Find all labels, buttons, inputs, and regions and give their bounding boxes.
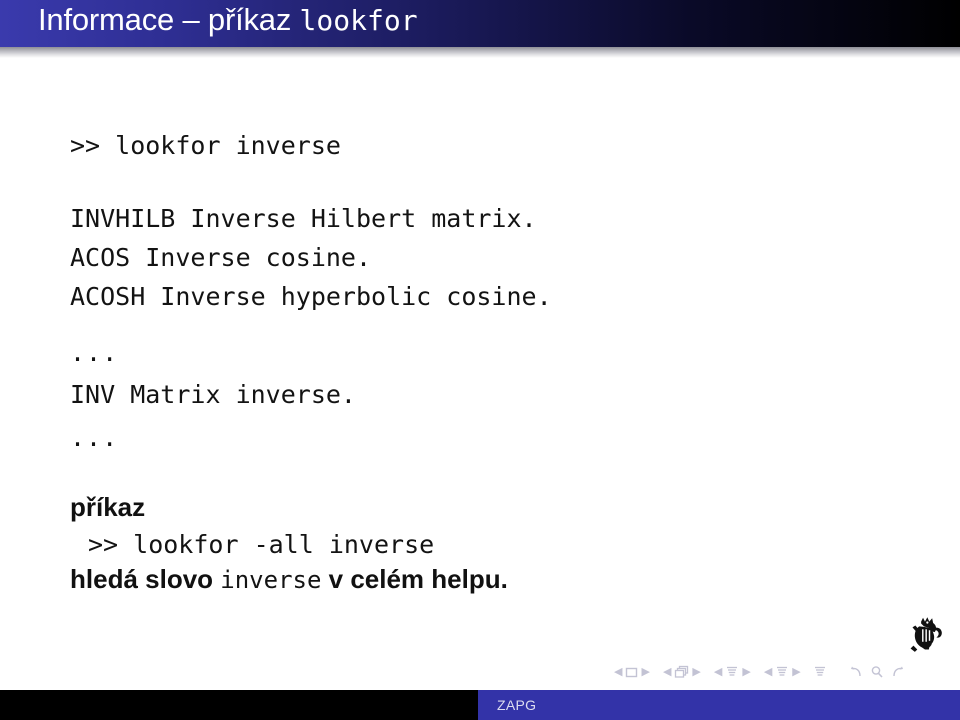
description-keyword: inverse [220, 566, 322, 594]
title-bar-shadow [0, 47, 960, 58]
previous-frame-arrow-icon[interactable]: ◀ [661, 666, 673, 678]
page-title: Informace – příkaz lookfor [38, 2, 418, 38]
next-subsection-arrow-icon[interactable]: ▶ [740, 666, 752, 678]
description-part-2: v celém helpu. [321, 564, 508, 594]
presentation-icon[interactable] [813, 665, 827, 679]
output-line-1: INVHILB Inverse Hilbert matrix. [70, 204, 537, 233]
next-slide-arrow-icon[interactable]: ▶ [639, 666, 651, 678]
description-part-1: hledá slovo [70, 564, 221, 594]
subsection-icon[interactable] [725, 665, 739, 679]
slide-footer: ZAPG [0, 690, 960, 720]
page-title-command: lookfor [299, 4, 418, 37]
previous-slide-arrow-icon[interactable]: ◀ [612, 666, 624, 678]
section-icon[interactable] [775, 665, 789, 679]
slide-navigation-group[interactable]: ◀ ▶ [612, 666, 652, 679]
slide-icon[interactable] [625, 666, 638, 679]
footer-left-block [0, 690, 478, 720]
next-frame-arrow-icon[interactable]: ▶ [690, 666, 702, 678]
ctu-lion-emblem-icon [900, 612, 948, 660]
footer-label: ZAPG [497, 697, 537, 713]
beamer-navigation-bar[interactable]: ◀ ▶ ◀ ▶ ◀ ▶ ◀ ▶ [612, 661, 948, 683]
frame-navigation-group[interactable]: ◀ ▶ [661, 665, 703, 679]
slide-title-bar: Informace – příkaz lookfor [0, 0, 960, 47]
next-section-arrow-icon[interactable]: ▶ [790, 666, 802, 678]
output-line-3: ACOSH Inverse hyperbolic cosine. [70, 282, 552, 311]
previous-section-arrow-icon[interactable]: ◀ [762, 666, 774, 678]
forward-icon[interactable] [891, 665, 905, 679]
section-navigation-group[interactable]: ◀ ▶ [762, 665, 803, 679]
previous-subsection-arrow-icon[interactable]: ◀ [712, 666, 724, 678]
ellipsis-1: ... [70, 338, 119, 367]
section-label: příkaz [70, 492, 146, 522]
footer-right-block: ZAPG [478, 690, 960, 720]
subsection-navigation-group[interactable]: ◀ ▶ [712, 665, 753, 679]
frame-icon[interactable] [674, 665, 689, 679]
output-line-4: INV Matrix inverse. [70, 380, 356, 409]
prompt-line: >> lookfor inverse [70, 131, 341, 160]
back-icon[interactable] [849, 665, 863, 679]
output-line-2: ACOS Inverse cosine. [70, 243, 372, 272]
description-line: hledá slovo inverse v celém helpu. [70, 564, 508, 595]
presentation-navigation-group[interactable] [812, 665, 828, 679]
page-title-text: Informace – příkaz [38, 2, 300, 37]
search-icon[interactable] [870, 665, 884, 679]
ellipsis-2: ... [70, 423, 119, 452]
command-line: >> lookfor -all inverse [88, 530, 435, 559]
navigation-tools-group[interactable] [848, 665, 906, 679]
